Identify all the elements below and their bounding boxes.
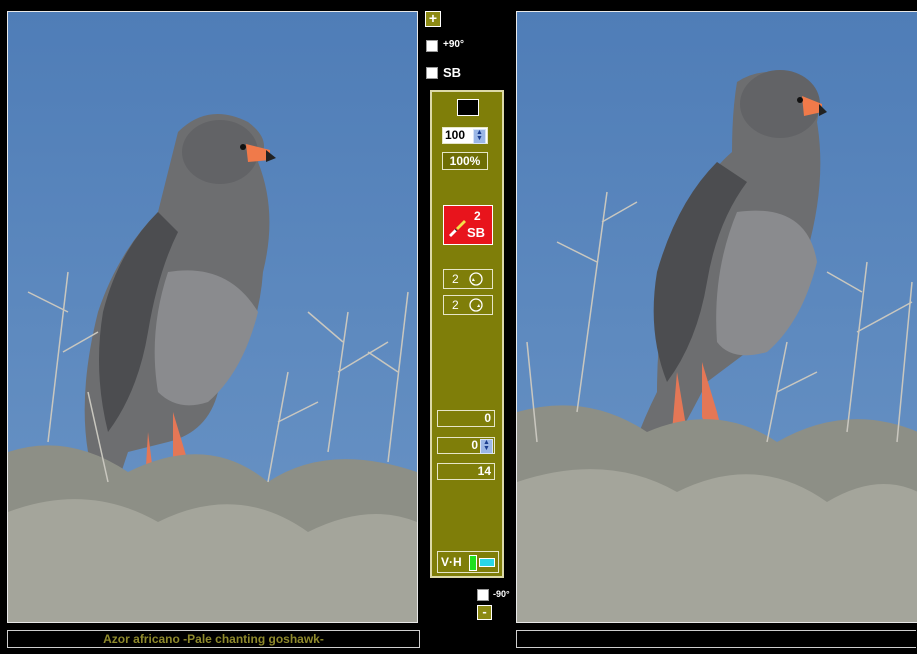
sb-brush-button[interactable]: 2 SB (443, 205, 493, 245)
rotate-right-icon (469, 298, 483, 312)
goshawk-photo-left (8, 12, 417, 622)
zoom-input[interactable]: 100 ▲ ▼ (442, 127, 488, 144)
spinner-arrows-icon[interactable]: ▲ ▼ (473, 129, 486, 144)
value-field-1[interactable]: 0 (437, 410, 495, 427)
right-image-viewer[interactable] (516, 11, 917, 623)
zoom-100-label: 100% (449, 154, 481, 168)
minus-icon: - (482, 604, 487, 619)
value-field-1-text: 0 (484, 411, 491, 425)
sb-label: SB (443, 65, 462, 80)
rotate-left-icon (469, 272, 483, 286)
spinner-arrows-icon[interactable]: ▲ ▼ (480, 439, 493, 454)
zoom-100-button[interactable]: 100% (442, 152, 488, 170)
horizontal-bar-icon (479, 558, 495, 567)
value-field-3-text: 14 (477, 464, 491, 478)
brush-icon (449, 220, 466, 237)
goshawk-photo-right (517, 12, 917, 622)
value-field-2-text: 0 (471, 438, 478, 452)
sb-button-label: SB (467, 225, 486, 240)
control-panel: 100 ▲ ▼ 100% 2 SB 2 2 0 0 ▲ ▼ 14 V·H (430, 90, 504, 578)
rotate-cw-label: +90° (443, 39, 464, 50)
zoom-value: 100 (445, 128, 466, 142)
sb-checkbox[interactable] (426, 67, 438, 79)
rotate-left-count: 2 (452, 272, 459, 286)
value-field-3[interactable]: 14 (437, 463, 495, 480)
black-swatch-icon[interactable] (457, 99, 479, 116)
add-image-button[interactable]: + (425, 11, 441, 27)
left-image-viewer[interactable] (7, 11, 418, 623)
vertical-horizontal-icon (469, 555, 477, 571)
rotate-ccw-label: -90° (493, 589, 510, 599)
remove-image-button[interactable]: - (477, 605, 492, 620)
rotate-right-button[interactable]: 2 (443, 295, 493, 315)
rotate-cw-checkbox[interactable] (426, 40, 438, 52)
vh-toggle-button[interactable]: V·H (437, 551, 499, 573)
right-caption (516, 630, 916, 648)
sb-count: 2 (474, 209, 481, 223)
rotate-left-button[interactable]: 2 (443, 269, 493, 289)
left-caption-text: Azor africano -Pale chanting goshawk- (103, 632, 324, 646)
vh-label: V·H (441, 555, 462, 569)
value-field-2[interactable]: 0 ▲ ▼ (437, 437, 495, 454)
rotate-right-count: 2 (452, 298, 459, 312)
left-caption: Azor africano -Pale chanting goshawk- (7, 630, 420, 648)
plus-icon: + (428, 10, 438, 26)
rotate-ccw-checkbox[interactable] (477, 589, 489, 601)
